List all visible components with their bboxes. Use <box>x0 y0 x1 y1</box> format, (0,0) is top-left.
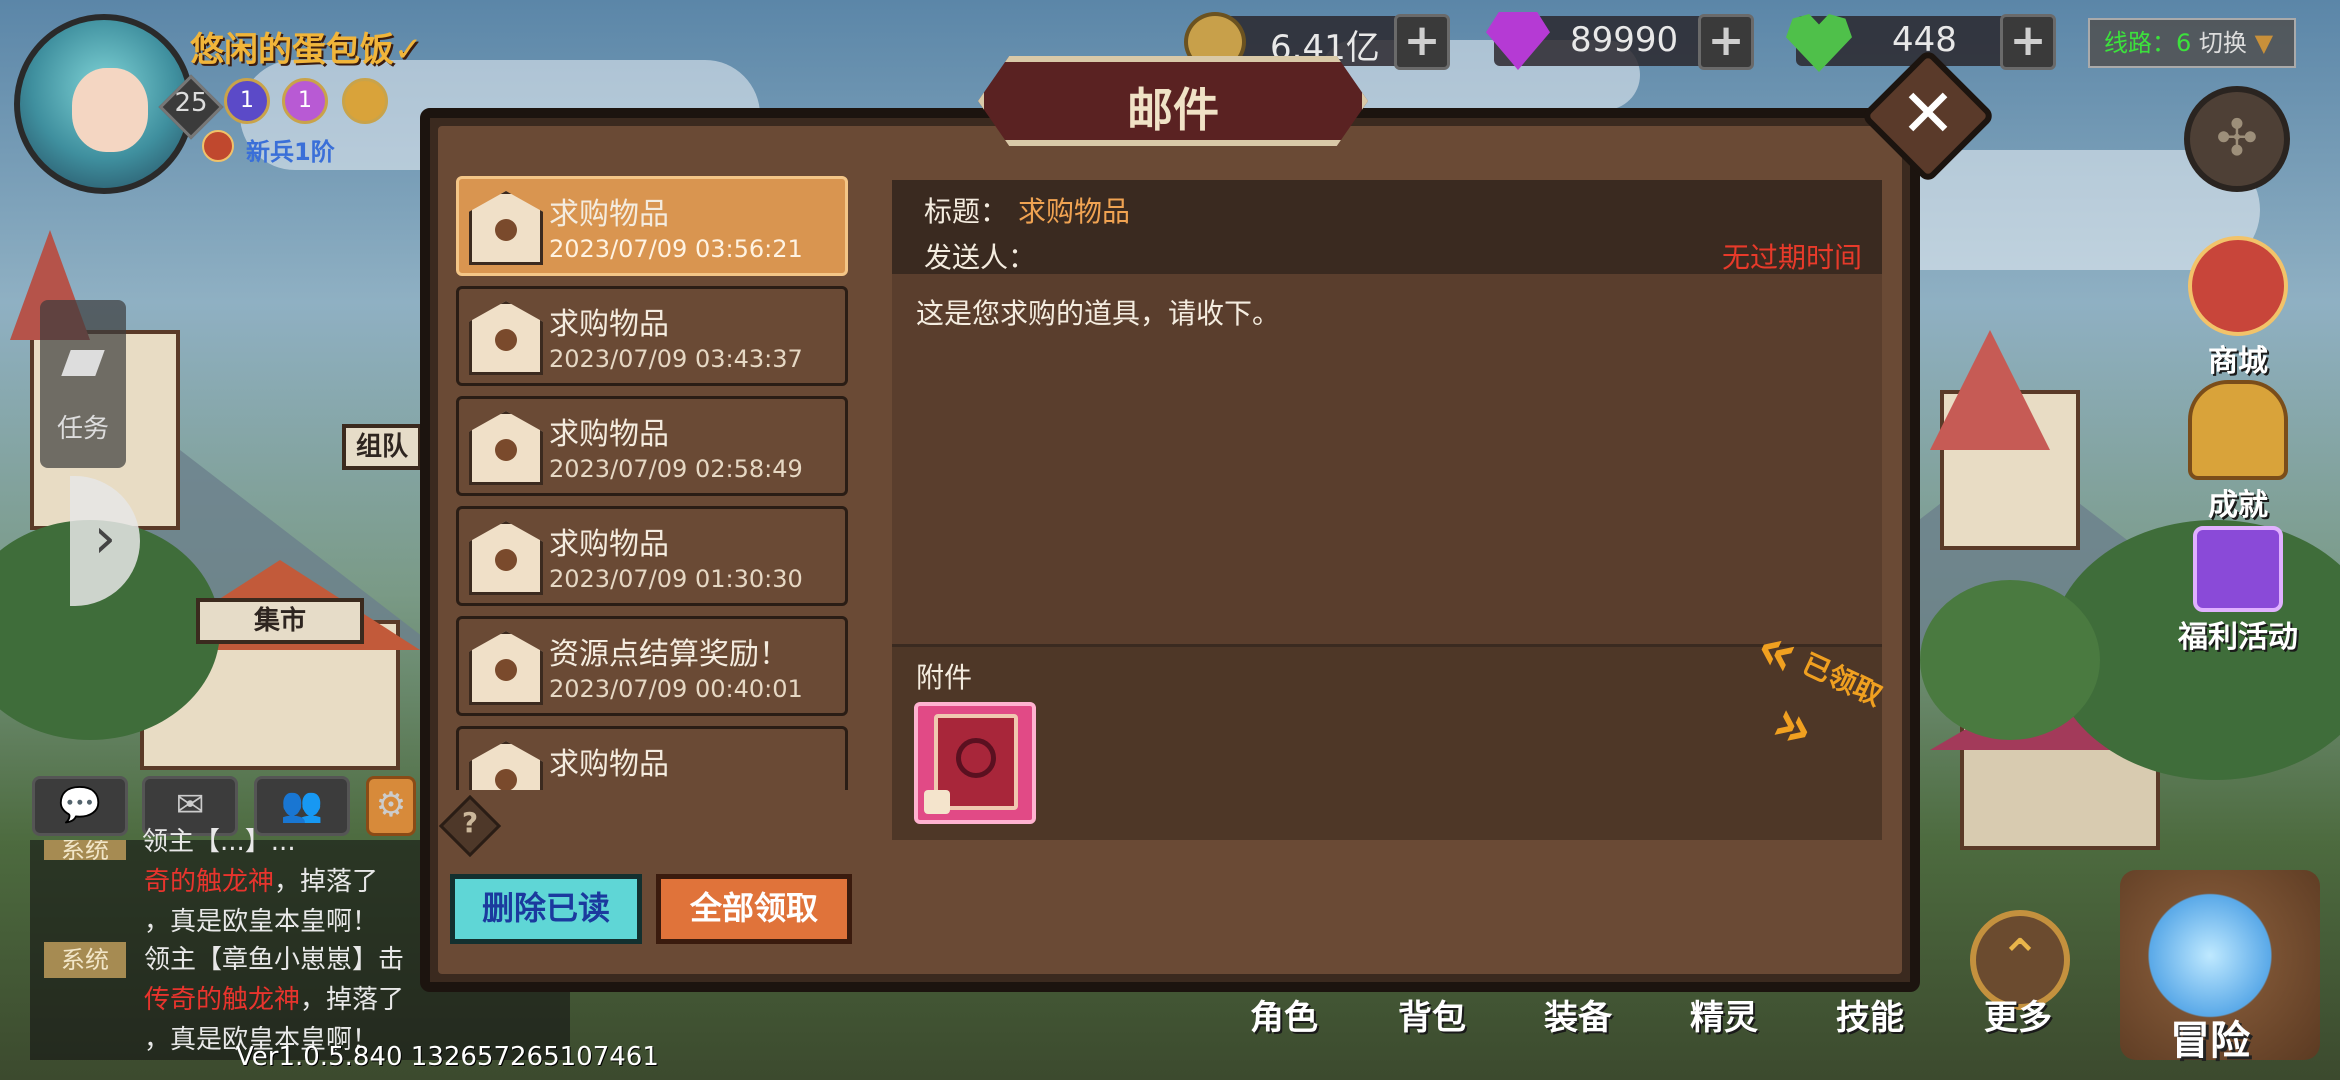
mail-subject: 资源点结算奖励！ <box>549 637 789 672</box>
mail-list-item[interactable]: 求购物品 2023/07/09 01:30:30 <box>456 506 848 606</box>
compass-button[interactable]: ✣ <box>2184 86 2290 192</box>
mail-subject: 求购物品 <box>549 307 669 342</box>
line-label: 线路： <box>2104 29 2176 57</box>
close-icon[interactable]: ✕ <box>1880 68 1976 164</box>
line-number: 6 <box>2176 29 2192 57</box>
double-chevron-left-icon: « <box>1744 611 1810 692</box>
nav-more[interactable]: 更多 <box>1984 990 2052 1039</box>
chat-line: 领主【...】... <box>142 827 296 857</box>
mail-list-item[interactable]: 资源点结算奖励！ 2023/07/09 00:40:01 <box>456 616 848 716</box>
player-rank: 新兵1阶 <box>246 138 335 166</box>
add-stamina-button[interactable]: + <box>2000 14 2056 70</box>
mail-title-plate: 邮件 <box>978 56 1368 146</box>
switch-label: 切换 <box>2198 29 2247 57</box>
mail-subject: 求购物品 <box>549 417 669 452</box>
market-signpost[interactable]: 集市 <box>196 598 364 644</box>
shop-tent-icon <box>2188 236 2288 336</box>
shop-button[interactable]: 商城 <box>2182 236 2294 380</box>
add-gem-button[interactable]: + <box>1698 14 1754 70</box>
mail-list[interactable]: 求购物品 2023/07/09 03:56:21 求购物品 2023/07/09… <box>452 172 858 790</box>
nav-spirit[interactable]: 精灵 <box>1690 990 1758 1039</box>
chat-line: 领主【章鱼小崽崽】击 <box>144 945 405 975</box>
claim-all-button[interactable]: 全部领取 <box>656 874 852 944</box>
mail-body-text: 这是您求购的道具，请收下。 <box>916 297 1281 330</box>
gift-icon <box>2193 526 2283 612</box>
player-level: 25 <box>174 88 208 118</box>
welfare-button[interactable]: 福利活动 <box>2168 526 2308 656</box>
chevron-down-icon: ▼ <box>2254 29 2274 57</box>
mail-date: 2023/07/09 00:40:01 <box>549 675 803 703</box>
task-label: 任务 <box>56 414 109 444</box>
server-line-switch[interactable]: 线路：6 切换 ▼ <box>2088 18 2296 68</box>
trophy-icon <box>2188 380 2288 480</box>
rank-medal[interactable]: 1 <box>282 78 328 124</box>
achievement-button[interactable]: 成就 <box>2182 380 2294 524</box>
nav-skill[interactable]: 技能 <box>1836 990 1904 1039</box>
player-name: 悠闲的蛋包饭✓ <box>190 30 423 70</box>
mail-subject: 求购物品 <box>549 527 669 562</box>
avatar-face <box>72 68 148 152</box>
adventure-button[interactable]: 冒险 <box>2170 1008 2250 1066</box>
mail-list-item[interactable]: 求购物品 2023/07/09 02:58:49 <box>456 396 848 496</box>
title-label: 标题： <box>924 195 1009 228</box>
attachment-label: 附件 <box>916 661 973 694</box>
mail-list-item[interactable]: 求购物品 2023/07/09 03:43:37 <box>456 286 848 386</box>
rank-icon <box>202 130 234 162</box>
mail-date: 2023/07/09 02:58:49 <box>549 455 803 483</box>
expiry-text: 无过期时间 <box>1722 241 1863 274</box>
settings-icon[interactable]: ⚙ <box>366 776 416 836</box>
chat-line: 奇的触龙神，掉落了 <box>144 867 379 897</box>
nav-bag[interactable]: 背包 <box>1398 990 1466 1039</box>
help-icon[interactable]: ? <box>448 806 492 839</box>
team-signpost[interactable]: 组队 <box>342 424 422 470</box>
chat-bubble-icon[interactable]: 💬 <box>32 776 128 836</box>
mail-date: 2023/07/09 03:43:37 <box>549 345 803 373</box>
mail-dialog-title: 邮件 <box>1127 83 1219 137</box>
chat-tag: 系统 <box>44 942 126 978</box>
chat-line: 传奇的触龙神，掉落了 <box>144 985 405 1015</box>
vip-medal[interactable]: 1 <box>224 78 270 124</box>
chat-tag: 系统 <box>44 840 126 860</box>
shop-label: 商城 <box>2208 344 2268 379</box>
sender-label: 发送人： <box>924 241 1037 274</box>
lock-icon <box>924 790 950 814</box>
mail-subject: 求购物品 <box>549 197 669 232</box>
quill-icon <box>61 350 105 376</box>
mail-date: 2023/07/09 03:56:21 <box>549 235 803 263</box>
mail-subject: 求购物品 <box>549 747 669 782</box>
nav-equipment[interactable]: 装备 <box>1544 990 1612 1039</box>
nav-role[interactable]: 角色 <box>1250 990 1318 1039</box>
crown-medal-icon[interactable] <box>342 78 388 124</box>
version-label: Ver1.0.5.840 132657265107461 <box>236 1042 659 1072</box>
delete-read-button[interactable]: 删除已读 <box>450 874 642 944</box>
mail-title-value: 求购物品 <box>1018 195 1131 228</box>
add-gold-button[interactable]: + <box>1394 14 1450 70</box>
mail-list-item[interactable]: 求购物品 <box>456 726 848 790</box>
attachment-area <box>892 644 1882 840</box>
welfare-label: 福利活动 <box>2178 620 2298 655</box>
gem-value: 89990 <box>1570 20 1679 60</box>
achievement-label: 成就 <box>2208 488 2268 523</box>
task-tab[interactable]: 任务 <box>40 300 126 468</box>
mail-list-item[interactable]: 求购物品 2023/07/09 03:56:21 <box>456 176 848 276</box>
chat-line: ，真是欧皇本皇啊！ <box>144 907 379 937</box>
mail-date: 2023/07/09 01:30:30 <box>549 565 803 593</box>
